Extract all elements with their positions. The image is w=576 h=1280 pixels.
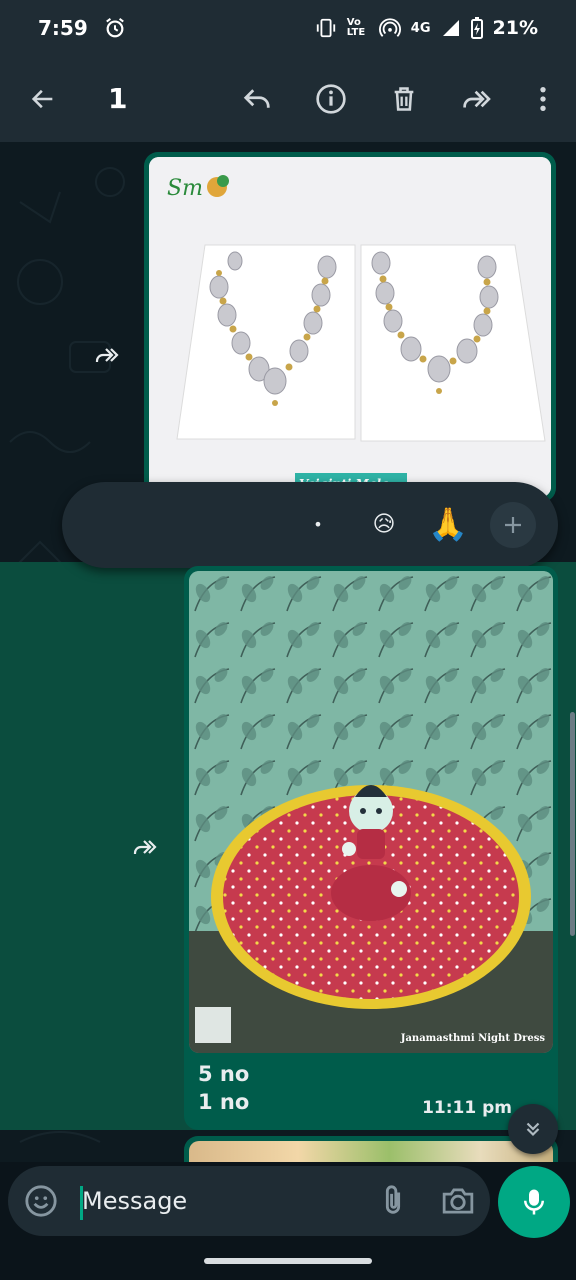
svg-text:Sm: Sm	[167, 176, 203, 201]
reaction-picker: • 😥 🙏	[62, 482, 558, 568]
chat-area[interactable]: Sm • 😥 🙏 Janamasthmi Night Dress 5 no 1 …	[0, 142, 576, 1162]
vibrate-icon	[315, 17, 337, 39]
forward-message-button[interactable]	[88, 340, 128, 370]
image-watermark-text: Janamasthmi Night Dress	[400, 1033, 545, 1044]
status-time: 7:59	[38, 16, 88, 40]
camera-icon[interactable]	[440, 1184, 476, 1218]
voice-message-button[interactable]	[498, 1166, 570, 1238]
delete-button[interactable]	[381, 76, 427, 122]
emoji-icon[interactable]	[24, 1184, 58, 1218]
forward-icon	[133, 840, 157, 854]
battery-percent: 21%	[492, 17, 538, 39]
message-caption: 5 no 1 no	[198, 1060, 249, 1116]
signal-icon	[441, 18, 461, 38]
status-bar: 7:59 Vo LTE 4G 21%	[0, 0, 576, 56]
forward-icon	[95, 348, 119, 362]
delete-icon	[394, 87, 414, 111]
add-reaction-button[interactable]	[490, 502, 536, 548]
message-image-dress[interactable]: Janamasthmi Night Dress	[189, 571, 553, 1053]
status-icons: Vo LTE 4G 21%	[315, 17, 538, 39]
message-bubble-partial[interactable]	[184, 1136, 558, 1162]
back-arrow-icon	[31, 89, 53, 109]
scroll-to-bottom-button[interactable]	[508, 1104, 558, 1154]
reaction-folded-hands[interactable]: 🙏	[424, 500, 472, 548]
reply-icon	[243, 89, 270, 108]
message-image-necklaces[interactable]: Sm	[149, 157, 551, 497]
composer-bar	[0, 1162, 576, 1240]
scrollbar-thumb[interactable]	[570, 712, 575, 936]
message-bubble-selected[interactable]: Janamasthmi Night Dress 5 no 1 no 11:11 …	[184, 566, 558, 1130]
attach-icon[interactable]	[376, 1184, 410, 1218]
reply-button[interactable]	[234, 76, 280, 122]
reaction-sad-relieved[interactable]: 😥	[360, 500, 408, 548]
message-input[interactable]	[82, 1180, 362, 1222]
necklace-photo: Sm	[149, 157, 551, 497]
microphone-icon	[524, 1189, 544, 1215]
more-options-button[interactable]	[520, 76, 566, 122]
message-composer[interactable]	[8, 1166, 490, 1236]
reaction-dot[interactable]: •	[294, 500, 342, 548]
info-button[interactable]	[308, 76, 354, 122]
plus-icon	[505, 517, 521, 533]
selected-count: 1	[108, 82, 128, 115]
forward-button[interactable]	[455, 76, 501, 122]
gesture-nav-handle[interactable]	[204, 1258, 372, 1264]
more-vertical-icon	[540, 86, 546, 112]
hotspot-icon	[378, 17, 401, 39]
caption-line-1: 5 no	[198, 1062, 250, 1086]
message-timestamp: 11:11 pm	[422, 1098, 512, 1118]
alarm-icon	[104, 17, 126, 39]
volte-label: Vo LTE	[346, 17, 366, 38]
message-image-partial[interactable]	[189, 1141, 553, 1162]
selection-toolbar: 1	[0, 56, 576, 142]
info-icon	[316, 84, 346, 114]
network-type: 4G	[410, 20, 431, 36]
message-bubble-image[interactable]: Sm	[144, 152, 556, 502]
back-button[interactable]	[20, 76, 66, 122]
dress-photo	[189, 571, 553, 1053]
double-chevron-down-icon	[526, 1122, 540, 1137]
forward-icon	[463, 90, 491, 108]
battery-charging-icon	[470, 17, 483, 39]
forward-message-button[interactable]	[126, 832, 166, 862]
caption-line-2: 1 no	[198, 1090, 250, 1114]
